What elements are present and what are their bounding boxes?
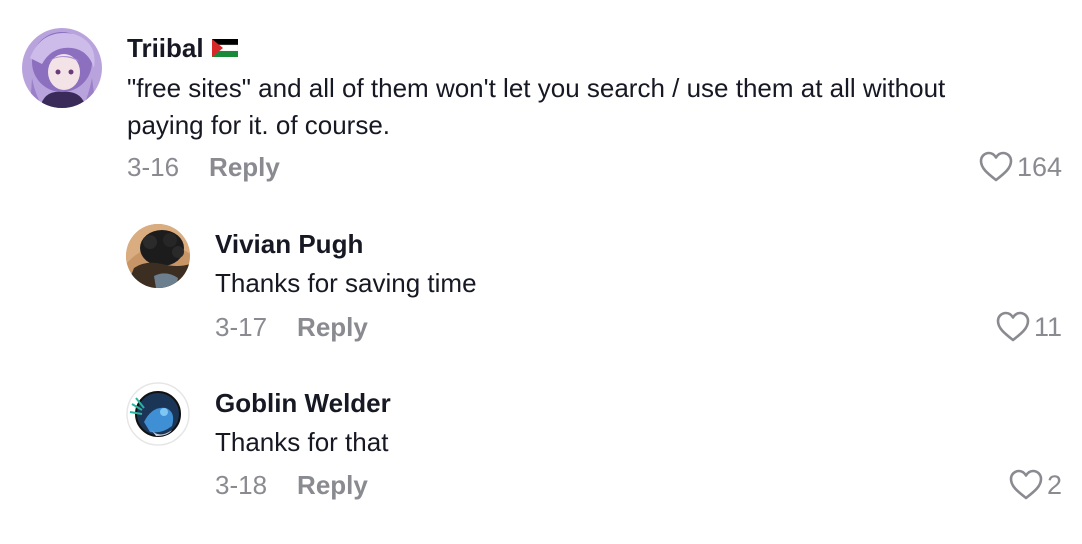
like-button[interactable]: 11 bbox=[996, 311, 1062, 343]
username[interactable]: Vivian Pugh bbox=[215, 228, 363, 260]
heart-icon[interactable] bbox=[1009, 469, 1043, 501]
avatar[interactable] bbox=[126, 382, 190, 446]
comment-text: "free sites" and all of them won't let y… bbox=[127, 73, 946, 140]
like-button[interactable]: 2 bbox=[1009, 469, 1062, 501]
comment-text: Thanks for saving time bbox=[215, 268, 477, 298]
like-count: 11 bbox=[1033, 312, 1062, 342]
username[interactable]: Triibal bbox=[127, 32, 238, 64]
like-button[interactable]: 164 bbox=[979, 151, 1062, 183]
reply-comment-item: Goblin Welder Thanks for that 3-18 Reply … bbox=[0, 360, 1082, 544]
reply-button[interactable]: Reply bbox=[297, 311, 368, 343]
comment-meta: 3-16 Reply bbox=[127, 151, 280, 183]
comment-date: 3-16 bbox=[127, 152, 180, 182]
reply-button[interactable]: Reply bbox=[297, 469, 368, 501]
username-text[interactable]: Triibal bbox=[127, 33, 204, 63]
comment-date: 3-18 bbox=[215, 470, 268, 500]
like-count: 2 bbox=[1046, 470, 1062, 500]
avatar[interactable] bbox=[22, 28, 102, 108]
like-count: 164 bbox=[1016, 152, 1062, 182]
avatar[interactable] bbox=[126, 224, 190, 288]
comment-item: Triibal "free sites" and all of them won… bbox=[0, 0, 1082, 200]
reply-button[interactable]: Reply bbox=[209, 151, 280, 183]
reply-comment-item: Vivian Pugh Thanks for saving time 3-17 R… bbox=[0, 200, 1082, 360]
username[interactable]: Goblin Welder bbox=[215, 387, 391, 419]
heart-icon[interactable] bbox=[996, 311, 1030, 343]
comment-meta: 3-18 Reply bbox=[215, 469, 368, 501]
comment-text: Thanks for that bbox=[215, 427, 389, 457]
heart-icon[interactable] bbox=[979, 151, 1013, 183]
comment-date: 3-17 bbox=[215, 312, 268, 342]
palestine-flag-icon bbox=[211, 32, 238, 64]
comment-meta: 3-17 Reply bbox=[215, 311, 368, 343]
